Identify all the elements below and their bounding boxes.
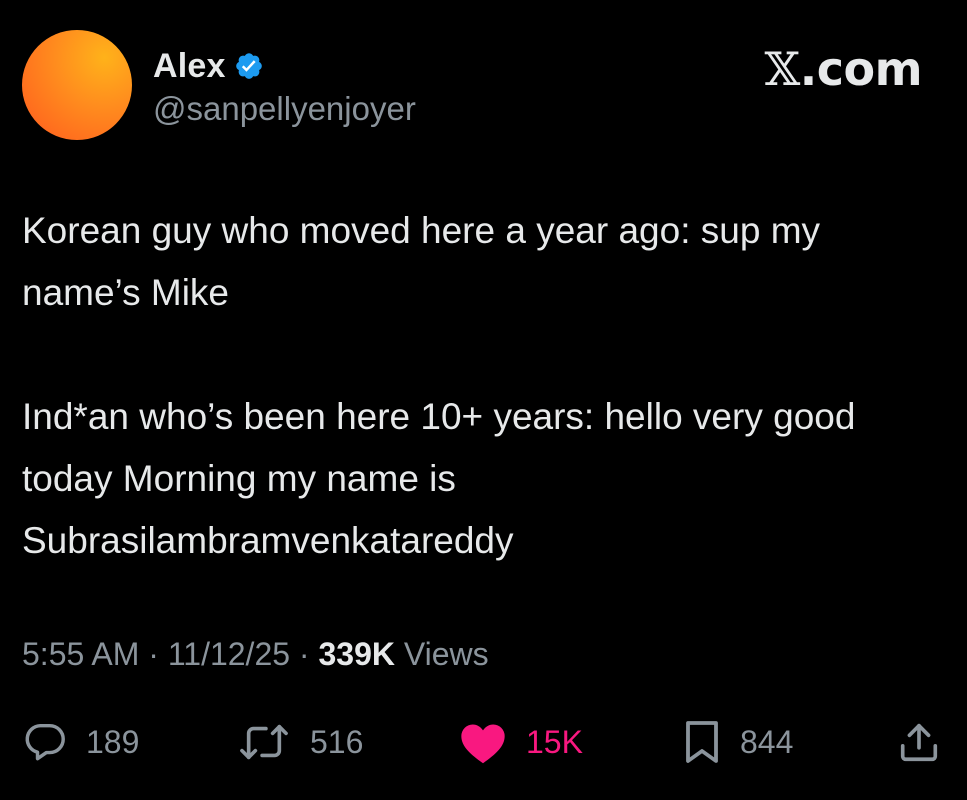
views-count[interactable]: 339K	[318, 636, 395, 672]
repost-icon	[236, 719, 292, 765]
bookmark-button[interactable]: 844	[682, 712, 793, 772]
tweet-meta: 5:55 AM · 11/12/25 · 339K Views	[22, 636, 489, 673]
x-com-logo-text: .com	[799, 42, 923, 96]
like-button[interactable]: 15K	[458, 712, 583, 772]
tweet-time[interactable]: 5:55 AM	[22, 636, 139, 672]
reply-icon	[22, 719, 68, 765]
tweet-paragraph: Korean guy who moved here a year ago: su…	[22, 210, 821, 313]
verified-badge-icon	[234, 51, 264, 81]
bookmark-count: 844	[740, 723, 794, 760]
x-logo-icon: 𝕏	[764, 42, 801, 96]
author-display-name[interactable]: Alex	[153, 47, 226, 86]
tweet-text: Korean guy who moved here a year ago: su…	[22, 200, 947, 572]
tweet-actions-bar: 189 516 15K 844	[22, 712, 944, 772]
author-name-row: Alex	[153, 46, 264, 86]
tweet-header: Alex @sanpellyenjoyer 𝕏.com	[22, 30, 944, 142]
author-handle[interactable]: @sanpellyenjoyer	[153, 90, 416, 128]
like-count: 15K	[526, 723, 583, 760]
avatar[interactable]	[22, 30, 132, 140]
heart-icon	[458, 719, 508, 765]
share-button[interactable]	[896, 712, 942, 772]
tweet-date[interactable]: 11/12/25	[168, 636, 290, 672]
reply-button[interactable]: 189	[22, 712, 139, 772]
views-label: Views	[403, 636, 489, 672]
repost-count: 516	[310, 723, 364, 760]
bookmark-icon	[682, 718, 722, 766]
repost-button[interactable]: 516	[236, 712, 363, 772]
reply-count: 189	[86, 723, 140, 760]
meta-separator: ·	[298, 636, 310, 672]
tweet-paragraph: Ind*an who’s been here 10+ years: hello …	[22, 396, 856, 561]
share-icon	[896, 719, 942, 765]
meta-separator: ·	[148, 636, 159, 672]
x-com-logo: 𝕏.com	[764, 42, 923, 96]
